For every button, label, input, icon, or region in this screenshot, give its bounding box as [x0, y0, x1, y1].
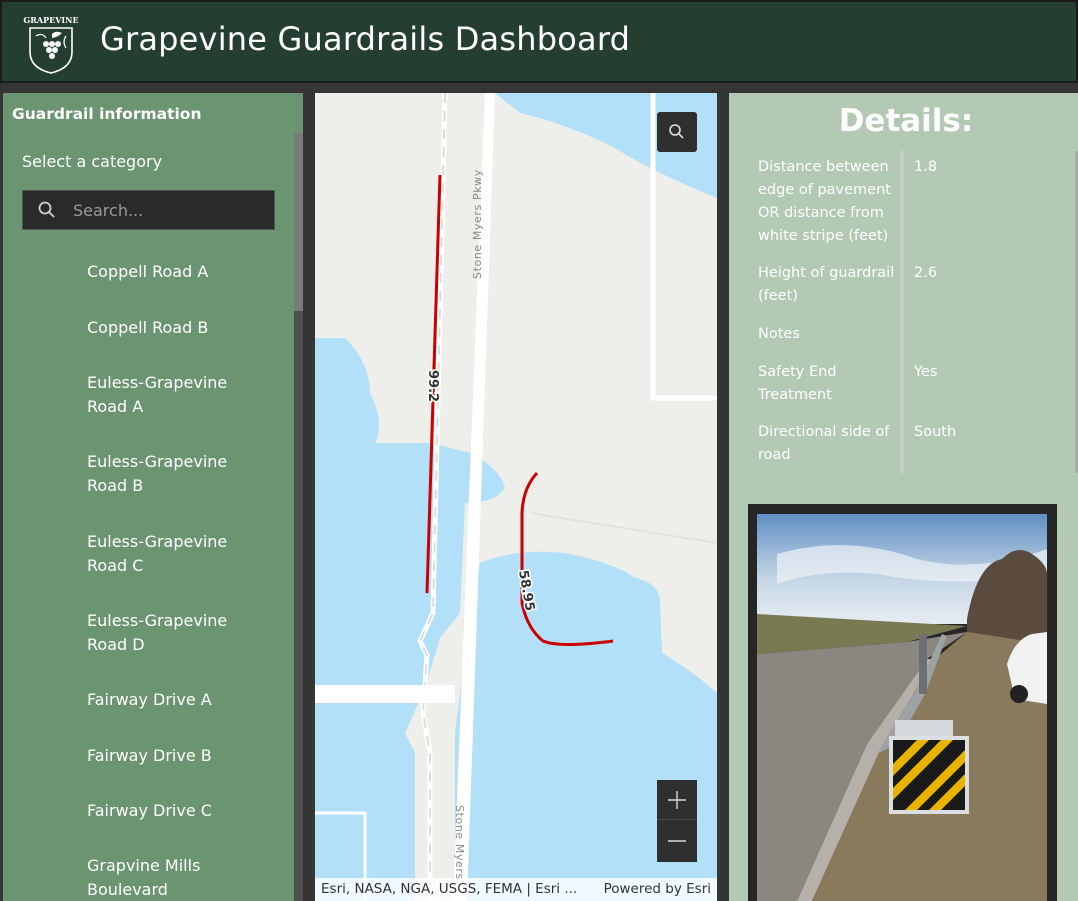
scrollbar-thumb[interactable] — [294, 133, 303, 311]
powered-by-link[interactable]: Powered by Esri — [604, 881, 711, 897]
plus-icon — [668, 791, 686, 809]
list-item[interactable]: Euless-Grapevine Road C — [87, 530, 267, 578]
app-header: GRAPEVINE Grapevine Guardrails Dashboard — [0, 0, 1078, 83]
field-value: South — [914, 424, 957, 440]
zoom-in-button[interactable] — [657, 780, 697, 820]
list-item[interactable]: Fairway Drive C — [87, 799, 267, 823]
list-item[interactable]: Coppell Road B — [87, 316, 267, 340]
list-item[interactable]: Euless-Grapevine Road B — [87, 450, 267, 498]
field-value: 2.6 — [914, 265, 938, 281]
zoom-out-button[interactable] — [657, 821, 697, 861]
details-title: Details: — [838, 103, 974, 139]
attribution-text[interactable]: Esri, NASA, NGA, USGS, FEMA | Esri ... — [321, 881, 577, 897]
map-search-button[interactable] — [657, 112, 697, 152]
guardrail-photo[interactable] — [757, 514, 1047, 901]
road-label: Stone Myers Pkwy — [471, 169, 484, 279]
panel-title: Guardrail information — [12, 105, 202, 123]
field-value: Yes — [914, 364, 938, 380]
svg-text:GRAPEVINE: GRAPEVINE — [23, 15, 78, 25]
list-scrollbar[interactable] — [294, 133, 303, 901]
zoom-control — [657, 780, 697, 862]
route-label: 99.2 — [425, 370, 440, 402]
list-item[interactable]: Coppell Road A — [87, 260, 267, 284]
field-value: 1.8 — [914, 159, 938, 175]
map-view[interactable]: Stone Myers Pkwy Stone Myers 99.2 58.95 … — [315, 93, 717, 901]
search-icon — [38, 201, 55, 218]
category-label: Select a category — [22, 152, 163, 171]
list-item[interactable]: Grapvine Mills Boulevard — [87, 854, 267, 901]
photo-frame — [748, 504, 1057, 901]
details-panel: Details: Distance between edge of paveme… — [729, 93, 1078, 901]
field-name: Distance between edge of pavement OR dis… — [758, 159, 891, 244]
list-item[interactable]: Fairway Drive A — [87, 688, 267, 712]
list-item[interactable]: Fairway Drive B — [87, 744, 267, 768]
search-input[interactable] — [73, 191, 268, 229]
field-name: Height of guardrail (feet) — [758, 265, 895, 304]
page-title: Grapevine Guardrails Dashboard — [100, 20, 631, 58]
road-label: Stone Myers — [453, 805, 466, 880]
minus-icon — [668, 840, 686, 842]
field-name: Directional side of road — [758, 424, 890, 463]
category-search[interactable] — [22, 190, 275, 230]
list-item[interactable]: Euless-Grapevine Road A — [87, 371, 267, 419]
field-name: Safety End Treatment — [758, 364, 837, 403]
guardrail-info-panel: Guardrail information Select a category … — [3, 93, 303, 901]
map-attribution: Esri, NASA, NGA, USGS, FEMA | Esri ... P… — [315, 878, 717, 901]
field-name: Notes — [758, 326, 800, 342]
column-divider — [900, 151, 904, 473]
search-icon — [669, 124, 684, 139]
road — [315, 685, 455, 703]
grapevine-logo: GRAPEVINE — [23, 15, 79, 74]
list-item[interactable]: Euless-Grapevine Road D — [87, 609, 267, 657]
